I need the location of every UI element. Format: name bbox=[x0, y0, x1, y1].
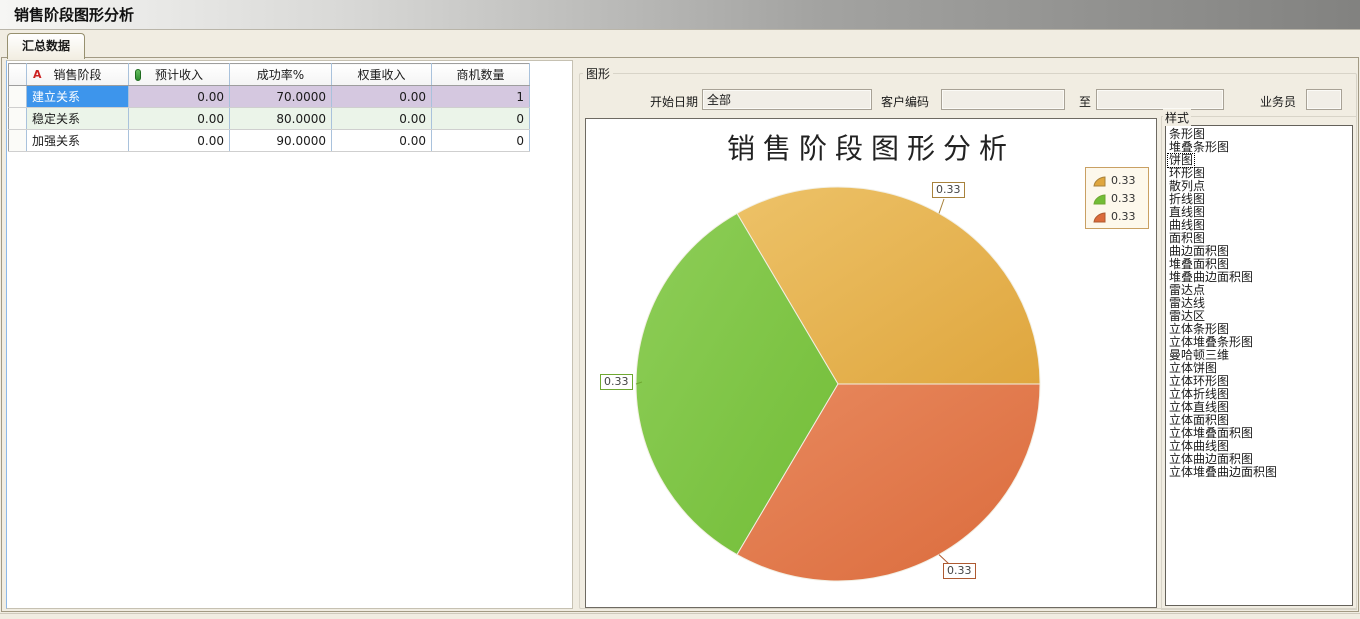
chart-area: 销售阶段图形分析 0.33 0.33 0.33 0.33 0.33 0.33 bbox=[585, 118, 1157, 608]
cell-expected-income[interactable]: 0.00 bbox=[129, 86, 230, 108]
cell-opportunity-count[interactable]: 0 bbox=[432, 108, 530, 130]
legend-entry: 0.33 bbox=[1090, 207, 1144, 225]
legend-label: 0.33 bbox=[1111, 174, 1136, 187]
tab-page: A销售阶段预计收入成功率%权重收入商机数量 建立关系0.0070.00000.0… bbox=[1, 57, 1359, 612]
start-date-input[interactable] bbox=[702, 89, 872, 110]
legend-entry: 0.33 bbox=[1090, 171, 1144, 189]
legend-wedge-icon bbox=[1090, 173, 1107, 187]
cell-success-rate[interactable]: 70.0000 bbox=[230, 86, 332, 108]
page-title: 销售阶段图形分析 bbox=[0, 0, 1360, 30]
cell-weighted-income[interactable]: 0.00 bbox=[332, 108, 432, 130]
cell-stage[interactable]: 加强关系 bbox=[27, 130, 129, 152]
column-header-1[interactable]: 预计收入 bbox=[129, 64, 230, 86]
cell-expected-income[interactable]: 0.00 bbox=[129, 108, 230, 130]
start-date-label: 开始日期 bbox=[579, 92, 698, 112]
chart-style-listbox: 条形图堆叠条形图饼图环形图散列点折线图直线图曲线图面积图曲边面积图堆叠面积图堆叠… bbox=[1165, 125, 1353, 606]
cell-weighted-income[interactable]: 0.00 bbox=[332, 86, 432, 108]
row-indicator-header bbox=[9, 64, 27, 86]
cell-stage[interactable]: 稳定关系 bbox=[27, 108, 129, 130]
tab-bar: 汇总数据 bbox=[0, 30, 1360, 58]
sort-marker-a-icon: A bbox=[33, 68, 42, 81]
customer-code-label: 客户编码 bbox=[881, 92, 929, 112]
filter-marker-icon bbox=[135, 69, 141, 81]
table-body: 建立关系0.0070.00000.001稳定关系0.0080.00000.000… bbox=[9, 86, 530, 152]
cell-row-indicator[interactable] bbox=[9, 108, 27, 130]
cell-row-indicator[interactable] bbox=[9, 86, 27, 108]
table-row[interactable]: 建立关系0.0070.00000.001 bbox=[9, 86, 530, 108]
legend-wedge-icon bbox=[1090, 209, 1107, 223]
customer-code-to-input[interactable] bbox=[1096, 89, 1224, 110]
style-groupbox-caption: 样式 bbox=[1163, 109, 1191, 126]
table-row[interactable]: 稳定关系0.0080.00000.000 bbox=[9, 108, 530, 130]
column-header-2[interactable]: 成功率% bbox=[230, 64, 332, 86]
pie-label-orange: 0.33 bbox=[943, 563, 976, 579]
cell-opportunity-count[interactable]: 1 bbox=[432, 86, 530, 108]
app-window: 销售阶段图形分析 汇总数据 A销售阶段预计收入成功率%权重收入商机数量 建立关系… bbox=[0, 0, 1360, 619]
pie-chart bbox=[586, 119, 1156, 610]
chart-title: 销售阶段图形分析 bbox=[586, 127, 1156, 167]
window-titlebar: 销售阶段图形分析 bbox=[0, 0, 1360, 30]
legend-entry: 0.33 bbox=[1090, 189, 1144, 207]
cell-opportunity-count[interactable]: 0 bbox=[432, 130, 530, 152]
cell-expected-income[interactable]: 0.00 bbox=[129, 130, 230, 152]
style-groupbox: 样式 条形图堆叠条形图饼图环形图散列点折线图直线图曲线图面积图曲边面积图堆叠面积… bbox=[1161, 109, 1357, 610]
table-header-row: A销售阶段预计收入成功率%权重收入商机数量 bbox=[9, 64, 530, 86]
column-header-3[interactable]: 权重收入 bbox=[332, 64, 432, 86]
legend-wedge-icon bbox=[1090, 191, 1107, 205]
sales-stage-table: A销售阶段预计收入成功率%权重收入商机数量 建立关系0.0070.00000.0… bbox=[8, 63, 530, 152]
chart-legend: 0.33 0.33 0.33 bbox=[1085, 167, 1149, 229]
legend-label: 0.33 bbox=[1111, 192, 1136, 205]
cell-weighted-income[interactable]: 0.00 bbox=[332, 130, 432, 152]
graph-groupbox-caption: 图形 bbox=[583, 65, 613, 82]
customer-code-from-input[interactable] bbox=[941, 89, 1065, 110]
salesman-input[interactable] bbox=[1306, 89, 1342, 110]
cell-stage[interactable]: 建立关系 bbox=[27, 86, 129, 108]
cell-success-rate[interactable]: 90.0000 bbox=[230, 130, 332, 152]
cell-row-indicator[interactable] bbox=[9, 130, 27, 152]
cell-success-rate[interactable]: 80.0000 bbox=[230, 108, 332, 130]
to-label: 至 bbox=[1079, 92, 1091, 112]
summary-table-panel: A销售阶段预计收入成功率%权重收入商机数量 建立关系0.0070.00000.0… bbox=[6, 60, 573, 609]
bottom-divider bbox=[0, 613, 1360, 614]
table-row[interactable]: 加强关系0.0090.00000.000 bbox=[9, 130, 530, 152]
pie-label-green: 0.33 bbox=[600, 374, 633, 390]
legend-label: 0.33 bbox=[1111, 210, 1136, 223]
column-header-4[interactable]: 商机数量 bbox=[432, 64, 530, 86]
column-header-0[interactable]: A销售阶段 bbox=[27, 64, 129, 86]
pie-label-yellow: 0.33 bbox=[932, 182, 965, 198]
graph-groupbox: 图形 开始日期 客户编码 至 业务员 销售阶段图形分析 0.33 0.33 0.… bbox=[579, 65, 1358, 611]
style-option[interactable]: 立体堆叠曲边面积图 bbox=[1168, 466, 1278, 479]
tab-summary-data[interactable]: 汇总数据 bbox=[7, 33, 85, 59]
